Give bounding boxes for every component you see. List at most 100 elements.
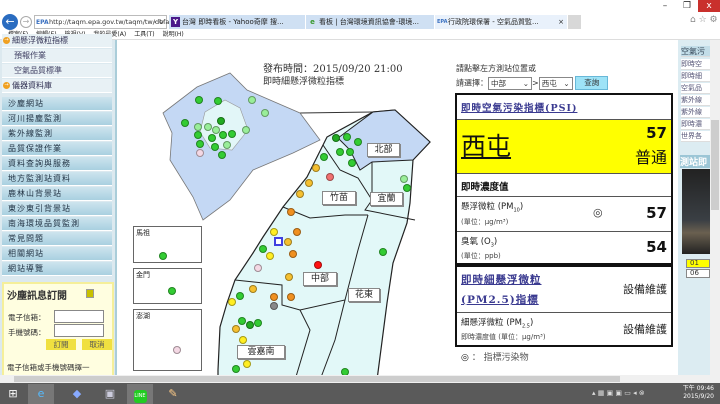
station-dot[interactable] bbox=[289, 250, 297, 258]
selected-station-marker[interactable] bbox=[274, 237, 283, 246]
station-dot[interactable] bbox=[284, 238, 292, 246]
right-panel-link[interactable]: 即時空 bbox=[681, 59, 710, 70]
station-dot[interactable] bbox=[403, 184, 411, 192]
station-dot[interactable] bbox=[287, 208, 295, 216]
camera-badge[interactable]: 01 bbox=[686, 259, 710, 268]
station-dot[interactable] bbox=[270, 293, 278, 301]
station-dot[interactable] bbox=[343, 133, 351, 141]
chevron-down-icon: ⌄ bbox=[563, 78, 570, 88]
station-dot[interactable] bbox=[159, 252, 167, 260]
station-dot[interactable] bbox=[259, 245, 267, 253]
station-select[interactable]: 西屯 ⌄ bbox=[538, 76, 573, 90]
right-panel-link[interactable]: 紫外線 bbox=[681, 95, 710, 106]
station-dot[interactable] bbox=[211, 143, 219, 151]
station-dot[interactable] bbox=[287, 293, 295, 301]
taskbar: ⊞ e ◆ ▣ LINE ✎ ▴ ▦ ▣ ▣ ▭ ◂ ⊗ 下午 09:46 201… bbox=[0, 383, 720, 404]
right-panel-link[interactable]: 世界各 bbox=[681, 131, 710, 142]
station-dot[interactable] bbox=[217, 117, 225, 125]
station-dot[interactable] bbox=[336, 148, 344, 156]
station-dot[interactable] bbox=[285, 273, 293, 281]
station-dot[interactable] bbox=[266, 252, 274, 260]
station-dot[interactable] bbox=[332, 134, 340, 142]
right-panel-link[interactable]: 即時細 bbox=[681, 71, 710, 82]
station-dot[interactable] bbox=[254, 319, 262, 327]
station-dot[interactable] bbox=[248, 96, 256, 104]
inset-kinmen[interactable]: 金門 bbox=[133, 268, 202, 304]
station-dot[interactable] bbox=[236, 292, 244, 300]
station-dot[interactable] bbox=[181, 119, 189, 127]
horizontal-scroll-thumb[interactable] bbox=[14, 376, 620, 382]
station-dot[interactable] bbox=[168, 287, 176, 295]
station-dot[interactable] bbox=[354, 138, 362, 146]
region-label-north[interactable]: 北部 bbox=[367, 143, 400, 157]
station-dot[interactable] bbox=[296, 190, 304, 198]
station-dot[interactable] bbox=[218, 151, 226, 159]
camera-badge[interactable]: 06 bbox=[686, 269, 710, 278]
clock[interactable]: 下午 09:46 2015/9/20 bbox=[683, 385, 714, 401]
ie-taskbar-icon[interactable]: e bbox=[28, 384, 54, 404]
region-label-yunjianan[interactable]: 雲嘉南 bbox=[237, 345, 285, 359]
inset-matsu[interactable]: 馬祖 bbox=[133, 226, 202, 263]
right-panel-link[interactable]: 即時濃 bbox=[681, 119, 710, 130]
station-dot[interactable] bbox=[232, 365, 240, 373]
station-dot[interactable] bbox=[195, 96, 203, 104]
station-dot[interactable] bbox=[270, 302, 278, 310]
paint-taskbar-icon[interactable]: ✎ bbox=[160, 384, 186, 404]
key-pollutant-icon: ◎ bbox=[593, 206, 603, 219]
station-dot[interactable] bbox=[243, 360, 251, 368]
station-dot[interactable] bbox=[320, 153, 328, 161]
station-dot[interactable] bbox=[173, 346, 181, 354]
vertical-scroll-thumb[interactable] bbox=[711, 120, 719, 210]
station-dot[interactable] bbox=[348, 159, 356, 167]
station-dot[interactable] bbox=[312, 164, 320, 172]
station-dot[interactable] bbox=[194, 131, 202, 139]
station-dot[interactable] bbox=[223, 141, 231, 149]
station-dot[interactable] bbox=[242, 126, 250, 134]
pm25-title-link[interactable]: 即時細懸浮微粒 (PM2.5)指標 bbox=[461, 270, 542, 310]
app-taskbar-icon[interactable]: ◆ bbox=[64, 384, 90, 404]
select-label: 請選擇： bbox=[456, 78, 488, 88]
right-panel-header[interactable]: 空氣污 bbox=[681, 46, 710, 57]
station-dot[interactable] bbox=[261, 109, 269, 117]
inset-penghu[interactable]: 澎湖 bbox=[133, 309, 202, 371]
station-dot[interactable] bbox=[326, 173, 334, 181]
right-panel-link[interactable]: 空氣品 bbox=[681, 83, 710, 94]
station-dot[interactable] bbox=[400, 175, 408, 183]
station-dot[interactable] bbox=[232, 325, 240, 333]
station-dot[interactable] bbox=[293, 228, 301, 236]
station-dot[interactable] bbox=[249, 285, 257, 293]
right-panel-link[interactable]: 紫外線 bbox=[681, 107, 710, 118]
station-dot[interactable] bbox=[346, 148, 354, 156]
station-dot[interactable] bbox=[305, 179, 313, 187]
station-dot[interactable] bbox=[208, 134, 216, 142]
region-label-yilan[interactable]: 宜蘭 bbox=[370, 192, 403, 206]
station-dot[interactable] bbox=[239, 336, 247, 344]
station-dot[interactable] bbox=[228, 298, 236, 306]
line-taskbar-icon[interactable]: LINE bbox=[127, 384, 153, 404]
station-dot[interactable] bbox=[214, 97, 222, 105]
station-name[interactable]: 西屯 bbox=[461, 127, 511, 163]
region-label-zhumiao[interactable]: 竹苗 bbox=[322, 191, 356, 205]
system-tray-icons[interactable]: ▴ ▦ ▣ ▣ ▭ ◂ ⊗ bbox=[592, 389, 645, 397]
station-dot[interactable] bbox=[228, 130, 236, 138]
station-dot[interactable] bbox=[238, 317, 246, 325]
psi-title-link[interactable]: 即時空氣污染指標(PSI) bbox=[461, 100, 577, 114]
station-selector: 請選擇： 中部 ⌄ > 西屯 ⌄ 查詢 bbox=[456, 76, 609, 90]
station-dot[interactable] bbox=[219, 131, 227, 139]
station-dot[interactable] bbox=[379, 248, 387, 256]
station-dot[interactable] bbox=[254, 264, 262, 272]
query-button[interactable]: 查詢 bbox=[575, 76, 609, 90]
computer-taskbar-icon[interactable]: ▣ bbox=[97, 384, 123, 404]
region-label-huadong[interactable]: 花東 bbox=[348, 288, 380, 302]
station-dot[interactable] bbox=[270, 228, 278, 236]
station-dot[interactable] bbox=[194, 123, 202, 131]
station-dot[interactable] bbox=[246, 321, 254, 329]
station-dot[interactable] bbox=[196, 140, 204, 148]
region-label-central[interactable]: 中部 bbox=[303, 272, 337, 286]
station-dot[interactable] bbox=[314, 261, 322, 269]
station-dot[interactable] bbox=[196, 149, 204, 157]
pm10-row: 懸浮微粒 (PM10) (單位：μg/m³) ◎ 57 bbox=[457, 196, 671, 231]
station-dot[interactable] bbox=[204, 123, 212, 131]
windows-start-icon[interactable]: ⊞ bbox=[0, 384, 26, 404]
region-select[interactable]: 中部 ⌄ bbox=[488, 76, 532, 90]
